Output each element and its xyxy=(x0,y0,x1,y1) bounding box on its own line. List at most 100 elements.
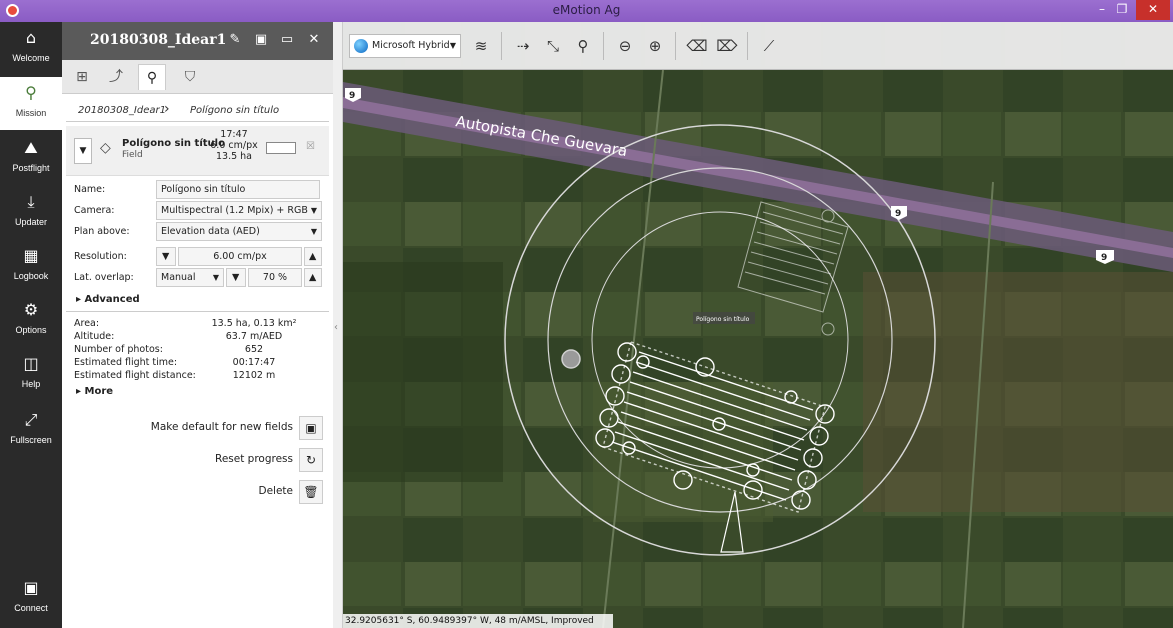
overlap-field[interactable]: 70 % xyxy=(248,268,302,287)
overlap-increase-button[interactable]: ▲ xyxy=(304,268,322,287)
route-shield-number: 9 xyxy=(349,91,355,101)
route-shield-number: 9 xyxy=(1101,253,1107,263)
chevron-right-icon: › xyxy=(164,101,170,117)
chevron-down-icon: ▼ xyxy=(449,41,456,50)
zoom-extents-icon[interactable]: ⤡ xyxy=(541,34,565,58)
close-panel-icon[interactable]: ✕ xyxy=(305,31,323,49)
basemap-select[interactable]: Microsoft Hybrid ▼ xyxy=(349,34,461,58)
chevron-down-icon: ▼ xyxy=(310,227,317,236)
toolbar-separator xyxy=(603,32,604,60)
coordinate-readout: 32.9205631° S, 60.9489397° W, 48 m/AMSL,… xyxy=(343,614,613,628)
plan-above-select[interactable]: Elevation data (AED) ▼ xyxy=(156,222,322,241)
nav-label: Mission xyxy=(15,108,47,118)
nav-connect[interactable]: ▣ Connect xyxy=(0,572,62,625)
name-label: Name: xyxy=(74,184,106,195)
zoom-in-icon[interactable]: ⊕ xyxy=(643,34,667,58)
chevron-down-icon: ▼ xyxy=(212,273,219,282)
delete-label: Delete xyxy=(258,485,294,497)
folder-icon[interactable]: ▭ xyxy=(278,31,296,49)
name-row: Name: Polígono sin título xyxy=(74,180,324,200)
stat-label: Number of photos: xyxy=(74,344,163,355)
erase-icon[interactable]: ⌫ xyxy=(685,34,709,58)
panel-header: 20180308_Idear1 ✎ ▣ ▭ ✕ xyxy=(62,22,333,60)
plan-above-label: Plan above: xyxy=(74,226,130,237)
save-default-button[interactable]: ▣ xyxy=(299,416,323,440)
name-field[interactable]: Polígono sin título xyxy=(156,180,320,199)
more-toggle[interactable]: ▸ More xyxy=(76,386,113,397)
reset-progress-label: Reset progress xyxy=(215,453,293,465)
camera-select[interactable]: Multispectral (1.2 Mpix) + RGB ▼ xyxy=(156,201,322,220)
save-icon[interactable]: ▣ xyxy=(252,31,270,49)
layers-icon[interactable]: ≋ xyxy=(469,34,493,58)
nav-help[interactable]: ◫ Help xyxy=(0,348,62,401)
tab-takeoff-icon[interactable]: ⤴ xyxy=(102,64,130,90)
resolution-field[interactable]: 6.00 cm/px xyxy=(178,247,302,266)
toolbar-separator xyxy=(675,32,676,60)
caret-right-icon: ▸ xyxy=(76,386,85,397)
stat-value: 13.5 ha, 0.13 km² xyxy=(211,318,297,329)
resolution-label: Resolution: xyxy=(74,251,127,262)
stat-value: 63.7 m/AED xyxy=(225,331,283,342)
close-window-button[interactable]: ✕ xyxy=(1136,0,1170,20)
stat-photos: Number of photos: 652 xyxy=(74,344,314,356)
project-name: 20180308_Idear1 xyxy=(90,32,227,48)
plan-above-value: Elevation data (AED) xyxy=(161,226,260,237)
minimize-button[interactable]: – xyxy=(1092,0,1112,20)
stat-label: Estimated flight distance: xyxy=(74,370,196,381)
resolution-increase-button[interactable]: ▲ xyxy=(304,247,322,266)
panel-collapse-handle[interactable]: ‹ xyxy=(333,22,343,628)
overlap-mode-select[interactable]: Manual ▼ xyxy=(156,268,224,287)
field-area: 13.5 ha xyxy=(215,151,252,162)
calendar-icon: ▦ xyxy=(23,246,39,265)
overlap-decrease-button[interactable]: ▼ xyxy=(226,268,246,287)
nav-label: Help xyxy=(21,379,41,389)
advanced-toggle[interactable]: ▸ Advanced xyxy=(76,294,140,305)
overlap-row: Lat. overlap: Manual ▼ ▼ 70 % ▲ xyxy=(74,268,324,288)
nav-label: Fullscreen xyxy=(10,435,52,445)
field-gsd: 6.0 cm/px xyxy=(210,140,258,151)
polygon-icon: ◇ xyxy=(100,140,111,156)
tab-map-icon[interactable]: ⊞ xyxy=(68,64,96,90)
location-pin-icon[interactable]: ⚲ xyxy=(571,34,595,58)
stat-label: Estimated flight time: xyxy=(74,357,178,368)
breadcrumb-root[interactable]: 20180308_Idear1 xyxy=(78,105,166,116)
gear-icon: ⚙ xyxy=(23,300,39,319)
map-canvas[interactable]: Autopista Che Guevara Polígono sin títul… xyxy=(343,22,1173,628)
basemap-value: Microsoft Hybrid xyxy=(372,40,450,51)
edit-icon[interactable]: ✎ xyxy=(226,31,244,49)
plan-above-row: Plan above: Elevation data (AED) ▼ xyxy=(74,222,324,242)
home-icon: ⌂ xyxy=(25,28,37,47)
center-drone-icon[interactable]: ⇢ xyxy=(511,34,535,58)
nav-logbook[interactable]: ▦ Logbook xyxy=(0,240,62,293)
nav-postflight[interactable]: ⛰ Postflight xyxy=(0,132,62,185)
field-color-swatch[interactable] xyxy=(266,142,296,154)
expand-field-button[interactable]: ▼ xyxy=(74,138,92,164)
postflight-icon: ⛰ xyxy=(24,138,38,157)
camera-value: Multispectral (1.2 Mpix) + RGB xyxy=(161,205,308,216)
left-navigation: ⌂ Welcome ⚲ Mission ⛰ Postflight ⤓ Updat… xyxy=(0,22,62,628)
tab-shield-icon[interactable]: ⛉ xyxy=(176,64,204,90)
advanced-label: Advanced xyxy=(84,294,140,305)
reset-icon[interactable]: ↻ xyxy=(299,448,323,472)
resolution-decrease-button[interactable]: ▼ xyxy=(156,247,176,266)
nav-options[interactable]: ⚙ Options xyxy=(0,294,62,347)
maximize-button[interactable]: ❐ xyxy=(1112,0,1132,20)
erase-selection-icon[interactable]: ⌦ xyxy=(715,34,739,58)
nav-fullscreen[interactable]: ⤢ Fullscreen xyxy=(0,404,62,457)
map-view[interactable]: Autopista Che Guevara Polígono sin títul… xyxy=(343,22,1173,628)
book-icon: ◫ xyxy=(23,354,39,373)
zoom-out-icon[interactable]: ⊖ xyxy=(613,34,637,58)
map-toolbar: Microsoft Hybrid ▼ ≋ ⇢ ⤡ ⚲ ⊖ ⊕ ⌫ ⌦ ⟋ xyxy=(343,22,1173,70)
waypoints-icon: ⚲ xyxy=(25,83,37,102)
nav-updater[interactable]: ⤓ Updater xyxy=(0,186,62,239)
window-title: eMotion Ag xyxy=(552,3,621,17)
stat-flight-time: Estimated flight time: 00:17:47 xyxy=(74,357,314,369)
tab-waypoint-icon[interactable]: ⚲ xyxy=(138,64,166,90)
ruler-icon[interactable]: ⟋ xyxy=(757,34,781,58)
caret-right-icon: ▸ xyxy=(76,294,85,305)
trash-icon[interactable]: 🗑 xyxy=(299,480,323,504)
nav-mission[interactable]: ⚲ Mission xyxy=(0,77,62,130)
field-visibility-checkbox[interactable]: ☒ xyxy=(306,141,315,152)
connect-icon: ▣ xyxy=(23,578,39,597)
nav-welcome[interactable]: ⌂ Welcome xyxy=(0,22,62,75)
